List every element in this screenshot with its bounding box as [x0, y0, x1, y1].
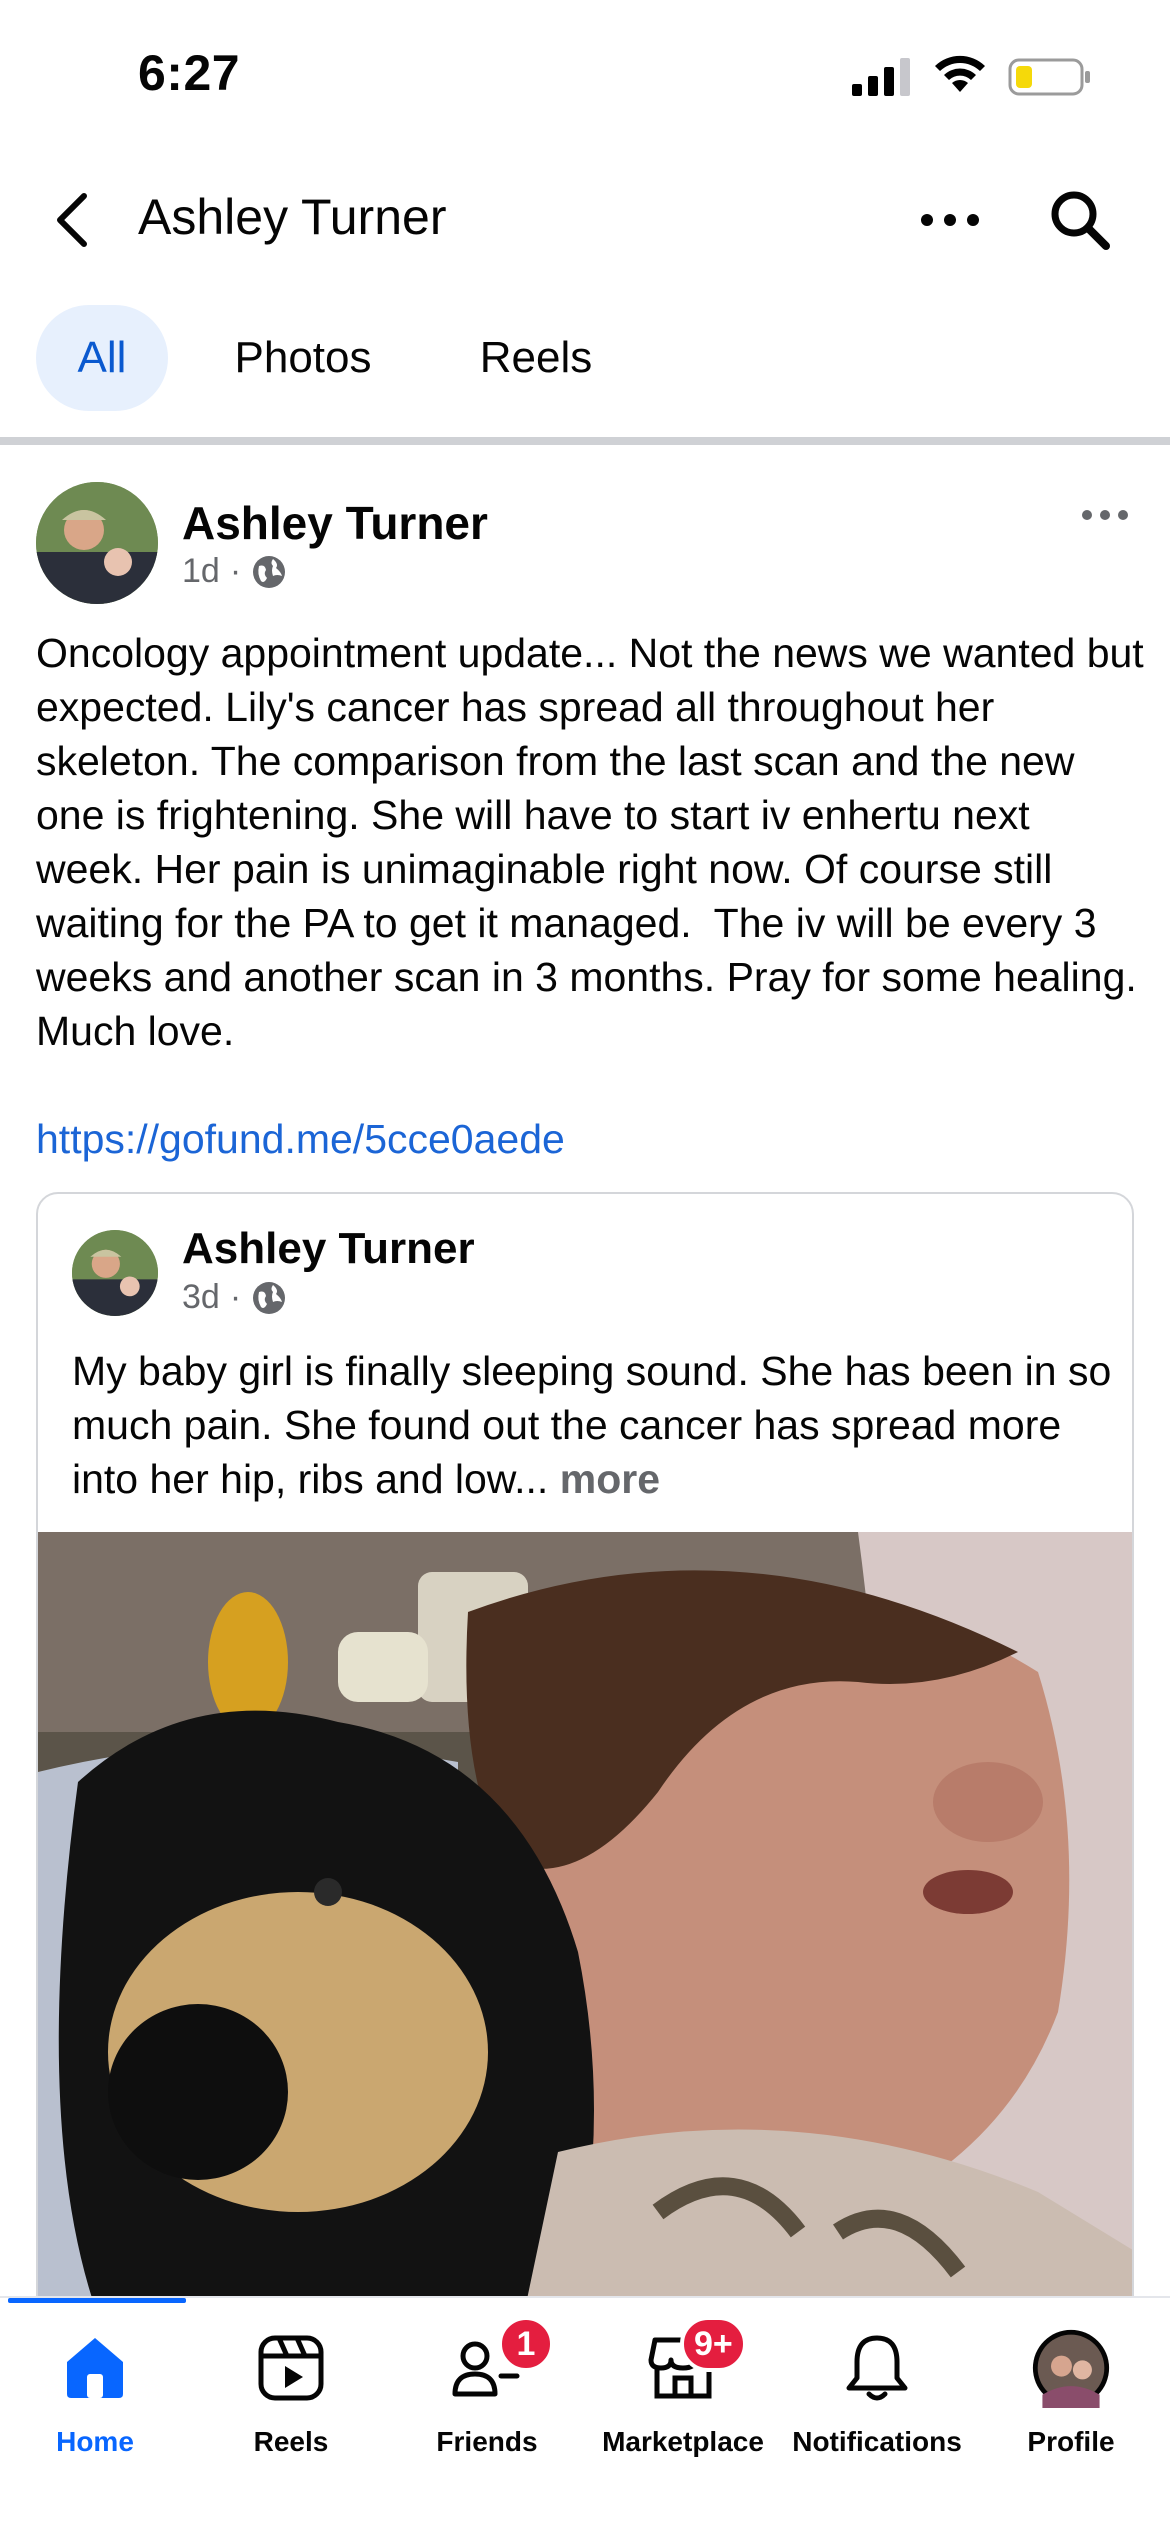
nav-reels-label: Reels — [253, 2426, 329, 2457]
avatar-image — [36, 482, 158, 604]
see-more-link[interactable]: more — [560, 1456, 660, 1502]
more-options-button[interactable] — [910, 190, 990, 250]
section-divider — [0, 437, 1170, 445]
nav-marketplace[interactable]: 9+ Marketplace — [588, 2316, 778, 2478]
nav-notifications[interactable]: Notifications — [782, 2328, 972, 2478]
meta-separator: · — [229, 1278, 242, 1316]
shared-author-avatar[interactable] — [72, 1230, 158, 1316]
status-bar: 6:27 — [0, 0, 1170, 150]
active-tab-indicator — [8, 2298, 186, 2303]
post-body-text: Oncology appointment update... Not the n… — [36, 630, 1156, 1054]
search-button[interactable] — [1040, 184, 1120, 256]
friends-badge: 1 — [498, 2316, 554, 2372]
shared-post-text: My baby girl is finally sleeping sound. … — [72, 1344, 1112, 1506]
cellular-signal-icon — [852, 58, 910, 96]
tab-all[interactable]: All — [36, 305, 168, 411]
tab-photos[interactable]: Photos — [200, 305, 406, 411]
bell-icon — [837, 2328, 917, 2408]
nav-marketplace-label: Marketplace — [602, 2426, 764, 2457]
reels-icon — [251, 2328, 331, 2408]
search-icon — [1051, 191, 1110, 250]
globe-icon — [253, 555, 286, 588]
profile-avatar — [1031, 2328, 1111, 2408]
globe-icon — [253, 1281, 286, 1314]
more-horizontal-icon — [1082, 510, 1128, 520]
post-link[interactable]: https://gofund.me/5cce0aede — [36, 1112, 565, 1166]
status-time: 6:27 — [138, 45, 241, 101]
nav-profile[interactable]: Profile — [976, 2328, 1166, 2478]
wifi-icon — [935, 55, 985, 92]
post-time: 1d — [182, 552, 220, 590]
home-icon — [55, 2328, 135, 2408]
page-title: Ashley Turner — [138, 189, 447, 245]
tab-reels[interactable]: Reels — [446, 305, 626, 411]
post-meta: 1d · — [182, 552, 287, 591]
nav-profile-label: Profile — [1027, 2426, 1115, 2457]
nav-friends[interactable]: 1 Friends — [392, 2316, 582, 2478]
nav-home[interactable]: Home — [0, 2328, 190, 2478]
shared-post-photo[interactable] — [38, 1532, 1134, 2332]
nav-notifications-label: Notifications — [792, 2426, 962, 2457]
shared-post-meta: 3d · — [182, 1278, 287, 1317]
nav-friends-label: Friends — [436, 2426, 538, 2457]
meta-separator: · — [229, 552, 242, 590]
shared-post-time: 3d — [182, 1278, 220, 1316]
shared-author-name[interactable]: Ashley Turner — [182, 1224, 475, 1274]
bottom-navigation: Home Reels 1 Friends 9+ Marketplace Noti… — [0, 2296, 1170, 2532]
post-author-avatar[interactable] — [36, 482, 158, 604]
post-author-name[interactable]: Ashley Turner — [182, 496, 488, 550]
chevron-left-icon — [57, 193, 87, 247]
avatar-image — [72, 1230, 158, 1316]
more-horizontal-icon — [921, 214, 979, 226]
nav-reels[interactable]: Reels — [196, 2328, 386, 2478]
shared-post-card[interactable]: Ashley Turner 3d · My baby girl is final… — [36, 1192, 1134, 2332]
marketplace-badge: 9+ — [680, 2316, 747, 2372]
filter-tabs: All Photos Reels — [0, 305, 1170, 415]
battery-icon — [1008, 58, 1090, 96]
post-options-button[interactable] — [1070, 490, 1140, 540]
nav-home-label: Home — [56, 2426, 134, 2457]
page-header: Ashley Turner — [0, 160, 1170, 280]
back-button[interactable] — [40, 184, 104, 256]
